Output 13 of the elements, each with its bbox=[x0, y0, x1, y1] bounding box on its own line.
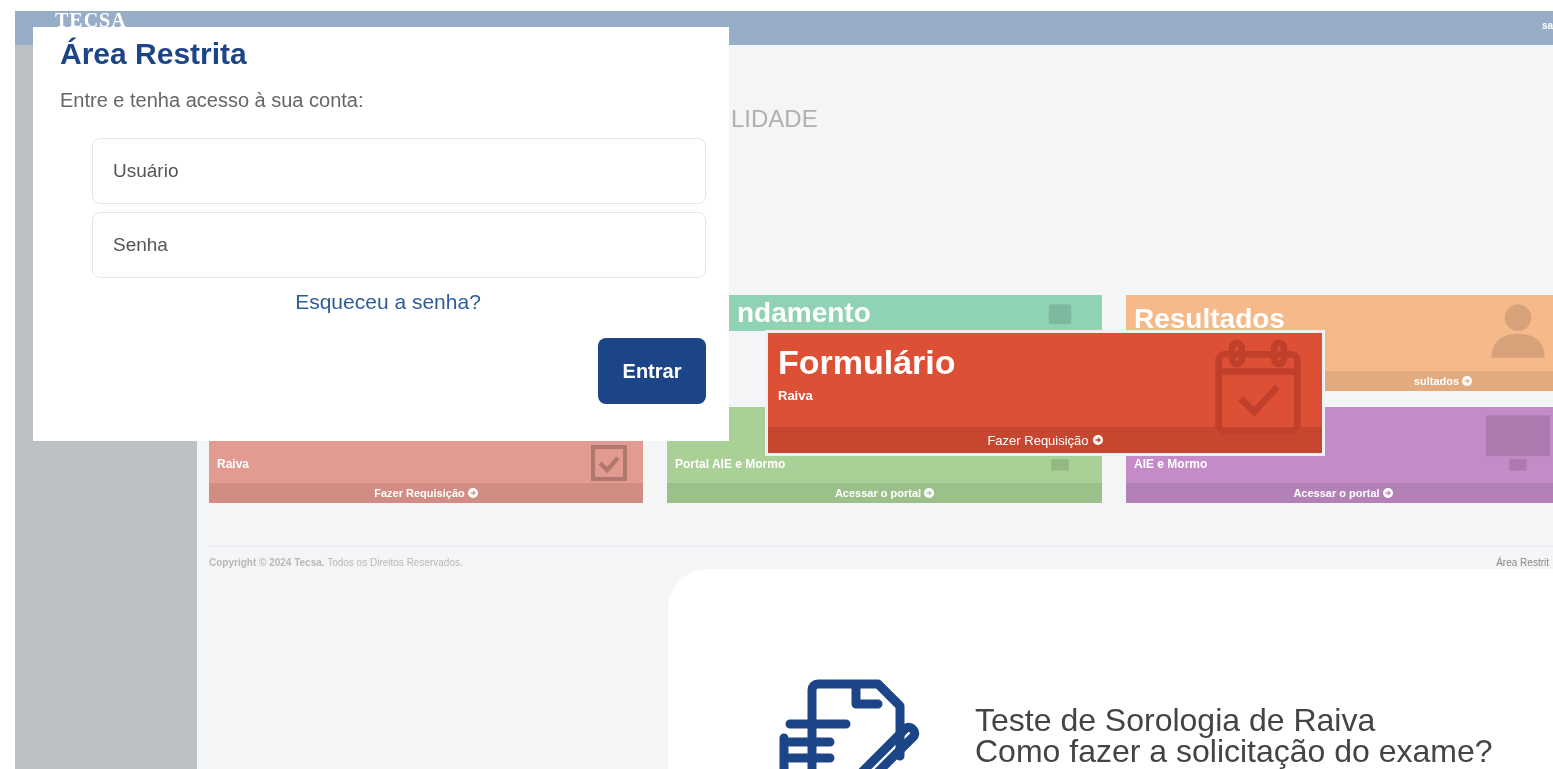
info-text: Teste de Sorologia de Raiva bbox=[975, 705, 1377, 736]
tile-title: ndamento bbox=[737, 297, 871, 329]
user-name: sa bbox=[1541, 20, 1553, 31]
tile-subtitle: Raiva bbox=[778, 388, 814, 403]
dialog-title: Área Restrita bbox=[60, 37, 248, 71]
copyright-text: Copyright © 2024 Tecsa. Todos os Direitos Reservados. bbox=[209, 557, 463, 568]
tile-title: Formulário bbox=[778, 343, 957, 382]
dialog-subtitle: Entre e tenha acesso à sua conta: bbox=[60, 89, 365, 112]
tile-subtitle: Portal AIE e Mormo bbox=[675, 457, 786, 471]
logo-text: TECSA bbox=[55, 9, 127, 32]
page-heading: LIDADE bbox=[731, 105, 819, 134]
tile-subtitle: Raiva bbox=[217, 457, 250, 471]
tile-subtitle: AIE e Mormo bbox=[1134, 457, 1208, 471]
